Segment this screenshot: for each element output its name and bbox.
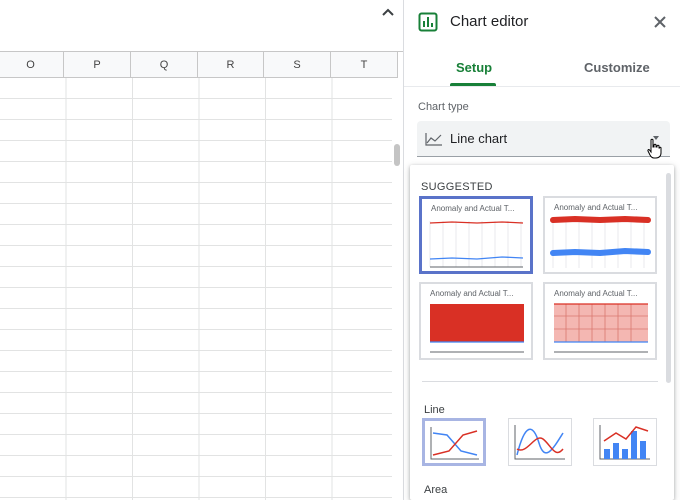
- dropdown-scrollbar[interactable]: [666, 173, 671, 383]
- chart-type-label: Chart type: [418, 101, 469, 113]
- chart-editor-header: Chart editor: [404, 0, 680, 44]
- line-chart-option[interactable]: [422, 418, 486, 466]
- app-root: O P Q R S T Chart editor Setup Customize…: [0, 0, 680, 500]
- vertical-scrollbar-thumb[interactable]: [394, 144, 400, 166]
- suggestion-gridded-area-chart[interactable]: Anomaly and Actual T...: [543, 282, 657, 360]
- suggestion-title: Anomaly and Actual T...: [430, 289, 514, 298]
- column-header-O[interactable]: O: [0, 52, 64, 78]
- chart-editor-icon: [418, 12, 438, 32]
- chart-type-select[interactable]: Line chart: [417, 121, 670, 157]
- tab-setup[interactable]: Setup: [456, 60, 492, 75]
- combo-chart-option[interactable]: [593, 418, 657, 466]
- cell-grid[interactable]: [0, 78, 398, 500]
- spreadsheet: O P Q R S T: [0, 0, 404, 500]
- smooth-line-chart-option[interactable]: [508, 418, 572, 466]
- hand-cursor-icon: [647, 138, 662, 159]
- chart-editor-panel: Chart editor Setup Customize Chart type …: [404, 0, 680, 500]
- combo-chart-icon: [599, 425, 650, 460]
- line-section-title: Line: [424, 404, 445, 416]
- vertical-scrollbar-track[interactable]: [392, 78, 402, 500]
- column-header-R[interactable]: R: [198, 52, 264, 78]
- suggestion-area-chart[interactable]: Anomaly and Actual T...: [419, 282, 533, 360]
- smooth-line-chart-icon: [514, 425, 565, 460]
- suggestion-title: Anomaly and Actual T...: [554, 289, 638, 298]
- column-header-P[interactable]: P: [64, 52, 131, 78]
- column-header-Q[interactable]: Q: [131, 52, 198, 78]
- dropdown-divider: [422, 381, 658, 382]
- editor-tabs: Setup Customize: [404, 52, 680, 86]
- chart-editor-title: Chart editor: [450, 13, 529, 30]
- column-header-S[interactable]: S: [264, 52, 331, 78]
- suggested-section-title: SUGGESTED: [421, 181, 493, 193]
- tab-customize[interactable]: Customize: [584, 60, 650, 75]
- suggestion-title: Anomaly and Actual T...: [554, 203, 638, 212]
- suggestion-thick-line-chart[interactable]: Anomaly and Actual T...: [543, 196, 657, 274]
- chart-type-dropdown: SUGGESTED Anomaly and Actual T... Anomal…: [410, 165, 674, 500]
- line-chart-icon: [430, 427, 479, 460]
- suggestion-line-chart[interactable]: Anomaly and Actual T...: [419, 196, 533, 274]
- line-chart-icon: [425, 133, 442, 146]
- tabs-divider: [404, 86, 680, 87]
- suggestion-title: Anomaly and Actual T...: [431, 204, 515, 213]
- toolbar-area: [0, 0, 404, 52]
- chevron-up-icon[interactable]: [380, 5, 396, 21]
- close-icon[interactable]: [652, 14, 668, 30]
- column-header-T[interactable]: T: [331, 52, 398, 78]
- chart-type-value: Line chart: [450, 131, 508, 146]
- area-section-title: Area: [424, 484, 448, 496]
- column-header-row: O P Q R S T: [0, 52, 398, 78]
